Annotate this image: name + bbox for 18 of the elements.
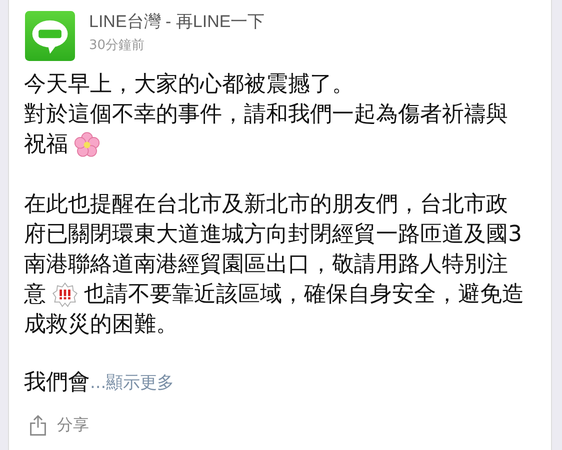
post-text: 對於這個不幸的事件，請和我們一起為傷者祈禱與	[24, 101, 508, 129]
post-text: 南港聯絡道南港經貿園區出口，敬請用路人特別注	[24, 251, 508, 279]
author-name[interactable]: LINE台灣 - 再LINE一下	[89, 10, 265, 33]
chat-bubble-logo-icon	[25, 10, 75, 62]
post-text: 祝福	[24, 131, 68, 159]
post-text: 也請不要靠近該區域，確保自身安全，避免造	[84, 281, 524, 309]
post-text: 意	[24, 281, 46, 309]
share-icon	[29, 414, 47, 436]
post-text: 我們會	[24, 369, 90, 397]
post-text: 府已關閉環東大道進城方向封閉經貿一路匝道及國3	[24, 221, 522, 249]
flower-icon	[74, 132, 100, 158]
post-text: 在此也提醒在台北市及新北市的朋友們，台北市政	[24, 191, 508, 219]
alert-burst-icon	[52, 282, 78, 308]
share-button[interactable]: 分享	[29, 414, 89, 436]
post-time: 30分鐘前	[89, 37, 146, 54]
post-text: 今天早上，大家的心都被震撼了。	[24, 71, 354, 99]
post-text: 成救災的困難。	[24, 311, 178, 339]
show-more-link[interactable]: ...顯示更多	[90, 368, 174, 398]
